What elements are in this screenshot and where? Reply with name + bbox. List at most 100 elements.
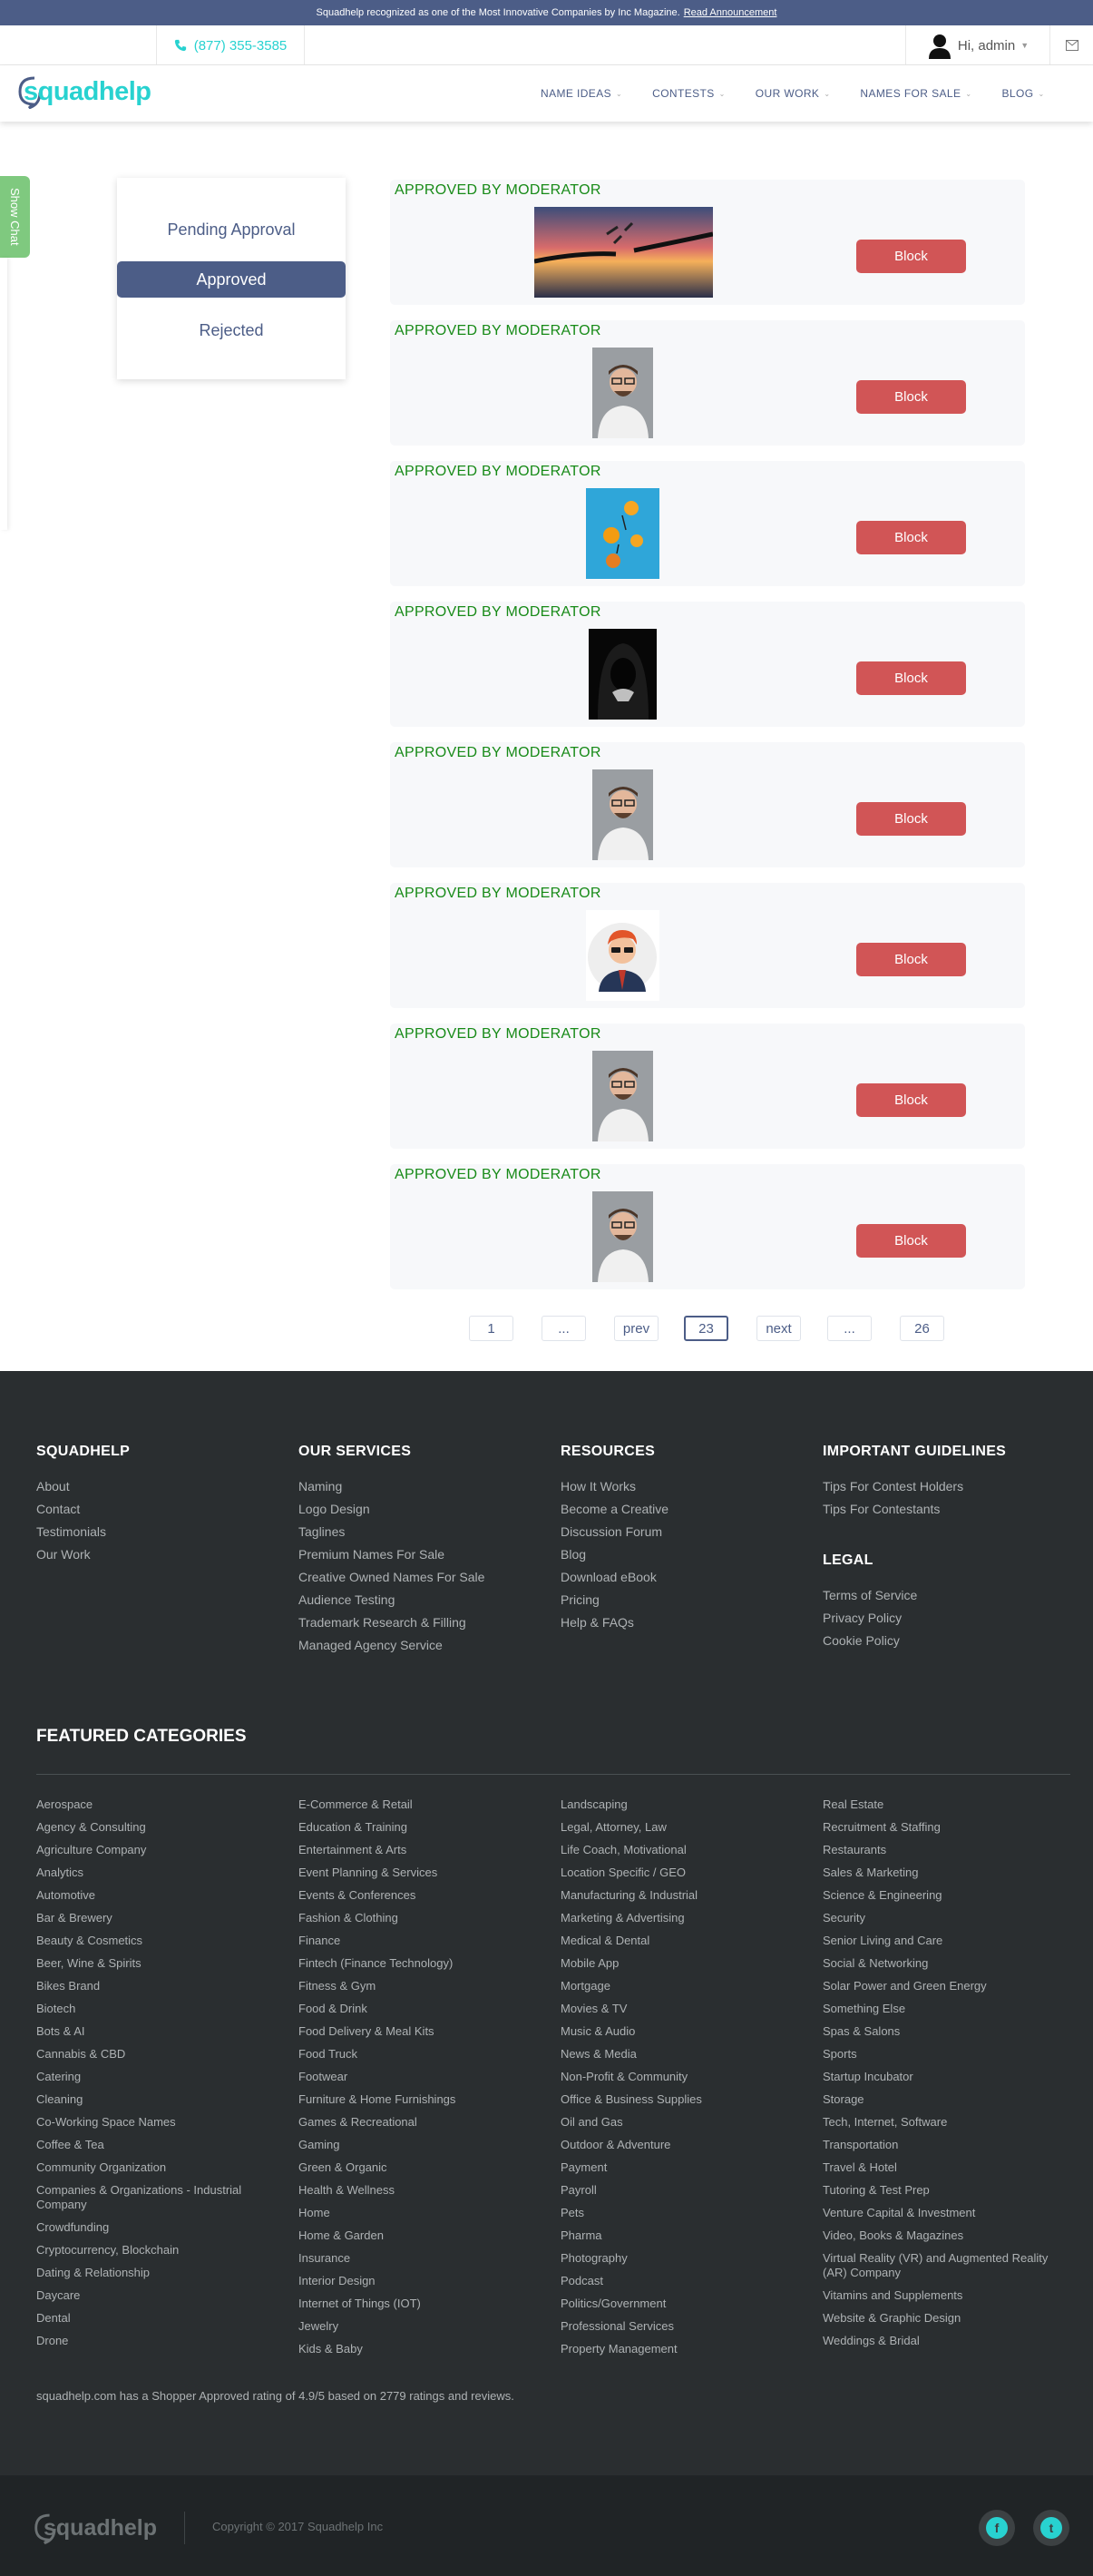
filter-approved[interactable]: Approved (117, 261, 346, 298)
category-link[interactable]: Crowdfunding (36, 2220, 281, 2235)
category-link[interactable]: Sales & Marketing (823, 1866, 1068, 1880)
footer-link[interactable]: About (36, 1479, 70, 1494)
filter-rejected[interactable]: Rejected (117, 312, 346, 348)
block-button[interactable]: Block (856, 380, 966, 414)
category-link[interactable]: Tutoring & Test Prep (823, 2183, 1068, 2198)
page-ellipsis[interactable]: ... (542, 1316, 586, 1341)
category-link[interactable]: Food Delivery & Meal Kits (298, 2024, 543, 2039)
read-announcement-link[interactable]: Read Announcement (684, 7, 777, 18)
category-link[interactable]: Games & Recreational (298, 2115, 543, 2130)
logo[interactable]: squadhelp (16, 74, 151, 109)
category-link[interactable]: Landscaping (561, 1797, 805, 1812)
category-link[interactable]: Transportation (823, 2138, 1068, 2152)
category-link[interactable]: Insurance (298, 2251, 543, 2266)
category-link[interactable]: Fashion & Clothing (298, 1911, 543, 1925)
category-link[interactable]: Photography (561, 2251, 805, 2266)
category-link[interactable]: Community Organization (36, 2160, 281, 2175)
category-link[interactable]: Dental (36, 2311, 281, 2326)
category-link[interactable]: Fitness & Gym (298, 1979, 543, 1993)
page-ellipsis[interactable]: ... (827, 1316, 872, 1341)
category-link[interactable]: Outdoor & Adventure (561, 2138, 805, 2152)
category-link[interactable]: Senior Living and Care (823, 1934, 1068, 1948)
footer-link[interactable]: Contact (36, 1502, 80, 1516)
category-link[interactable]: Events & Conferences (298, 1888, 543, 1903)
category-link[interactable]: Payment (561, 2160, 805, 2175)
footer-link[interactable]: Audience Testing (298, 1592, 395, 1607)
category-link[interactable]: Pharma (561, 2228, 805, 2243)
footer-link[interactable]: Creative Owned Names For Sale (298, 1570, 484, 1584)
category-link[interactable]: Spas & Salons (823, 2024, 1068, 2039)
category-link[interactable]: Finance (298, 1934, 543, 1948)
category-link[interactable]: Drone (36, 2334, 281, 2348)
category-link[interactable]: Cleaning (36, 2092, 281, 2107)
category-link[interactable]: E-Commerce & Retail (298, 1797, 543, 1812)
twitter-button[interactable]: t (1033, 2510, 1069, 2546)
category-link[interactable]: Companies & Organizations - Industrial C… (36, 2183, 281, 2212)
category-link[interactable]: Interior Design (298, 2274, 543, 2288)
category-link[interactable]: Analytics (36, 1866, 281, 1880)
footer-link[interactable]: Premium Names For Sale (298, 1547, 444, 1562)
category-link[interactable]: Life Coach, Motivational (561, 1843, 805, 1857)
category-link[interactable]: Home (298, 2206, 543, 2220)
category-link[interactable]: Coffee & Tea (36, 2138, 281, 2152)
nav-blog[interactable]: BLOG ⌄ (1002, 87, 1045, 100)
category-link[interactable]: Food Truck (298, 2047, 543, 2062)
footer-link[interactable]: Testimonials (36, 1524, 106, 1539)
category-link[interactable]: Weddings & Bridal (823, 2334, 1068, 2348)
category-link[interactable]: Gaming (298, 2138, 543, 2152)
block-button[interactable]: Block (856, 240, 966, 273)
category-link[interactable]: Something Else (823, 2002, 1068, 2016)
footer-link[interactable]: Tips For Contestants (823, 1502, 940, 1516)
category-link[interactable]: Music & Audio (561, 2024, 805, 2039)
user-menu[interactable]: Hi, admin ▼ (905, 25, 1050, 65)
category-link[interactable]: Politics/Government (561, 2297, 805, 2311)
block-button[interactable]: Block (856, 661, 966, 695)
category-link[interactable]: Manufacturing & Industrial (561, 1888, 805, 1903)
footer-link[interactable]: Managed Agency Service (298, 1638, 443, 1652)
footer-link[interactable]: Pricing (561, 1592, 600, 1607)
category-link[interactable]: Agriculture Company (36, 1843, 281, 1857)
footer-link[interactable]: Help & FAQs (561, 1615, 634, 1630)
show-chat-tab[interactable]: Show Chat (0, 176, 30, 258)
category-link[interactable]: Marketing & Advertising (561, 1911, 805, 1925)
category-link[interactable]: Cannabis & CBD (36, 2047, 281, 2062)
category-link[interactable]: Website & Graphic Design (823, 2311, 1068, 2326)
footer-logo[interactable]: squadhelp (33, 2512, 157, 2544)
footer-link[interactable]: Terms of Service (823, 1588, 917, 1602)
category-link[interactable]: Startup Incubator (823, 2070, 1068, 2084)
category-link[interactable]: Biotech (36, 2002, 281, 2016)
category-link[interactable]: Bar & Brewery (36, 1911, 281, 1925)
category-link[interactable]: Agency & Consulting (36, 1820, 281, 1835)
category-link[interactable]: Medical & Dental (561, 1934, 805, 1948)
footer-link[interactable]: Cookie Policy (823, 1633, 900, 1648)
category-link[interactable]: Solar Power and Green Energy (823, 1979, 1068, 1993)
category-link[interactable]: Video, Books & Magazines (823, 2228, 1068, 2243)
category-link[interactable]: Vitamins and Supplements (823, 2288, 1068, 2303)
category-link[interactable]: Restaurants (823, 1843, 1068, 1857)
category-link[interactable]: Dating & Relationship (36, 2266, 281, 2280)
category-link[interactable]: Social & Networking (823, 1956, 1068, 1971)
category-link[interactable]: Education & Training (298, 1820, 543, 1835)
nav-contests[interactable]: CONTESTS ⌄ (652, 87, 726, 100)
page-current[interactable]: 23 (684, 1316, 728, 1341)
category-link[interactable]: Home & Garden (298, 2228, 543, 2243)
category-link[interactable]: Green & Organic (298, 2160, 543, 2175)
footer-link[interactable]: Blog (561, 1547, 586, 1562)
category-link[interactable]: Payroll (561, 2183, 805, 2198)
category-link[interactable]: Furniture & Home Furnishings (298, 2092, 543, 2107)
category-link[interactable]: Food & Drink (298, 2002, 543, 2016)
category-link[interactable]: Event Planning & Services (298, 1866, 543, 1880)
category-link[interactable]: Sports (823, 2047, 1068, 2062)
footer-link[interactable]: Taglines (298, 1524, 345, 1539)
category-link[interactable]: Beauty & Cosmetics (36, 1934, 281, 1948)
footer-link[interactable]: Tips For Contest Holders (823, 1479, 963, 1494)
block-button[interactable]: Block (856, 521, 966, 554)
category-link[interactable]: Location Specific / GEO (561, 1866, 805, 1880)
page-last[interactable]: 26 (900, 1316, 944, 1341)
category-link[interactable]: Professional Services (561, 2319, 805, 2334)
category-link[interactable]: Daycare (36, 2288, 281, 2303)
category-link[interactable]: Virtual Reality (VR) and Augmented Reali… (823, 2251, 1068, 2280)
block-button[interactable]: Block (856, 1083, 966, 1117)
category-link[interactable]: Tech, Internet, Software (823, 2115, 1068, 2130)
footer-link[interactable]: How It Works (561, 1479, 636, 1494)
